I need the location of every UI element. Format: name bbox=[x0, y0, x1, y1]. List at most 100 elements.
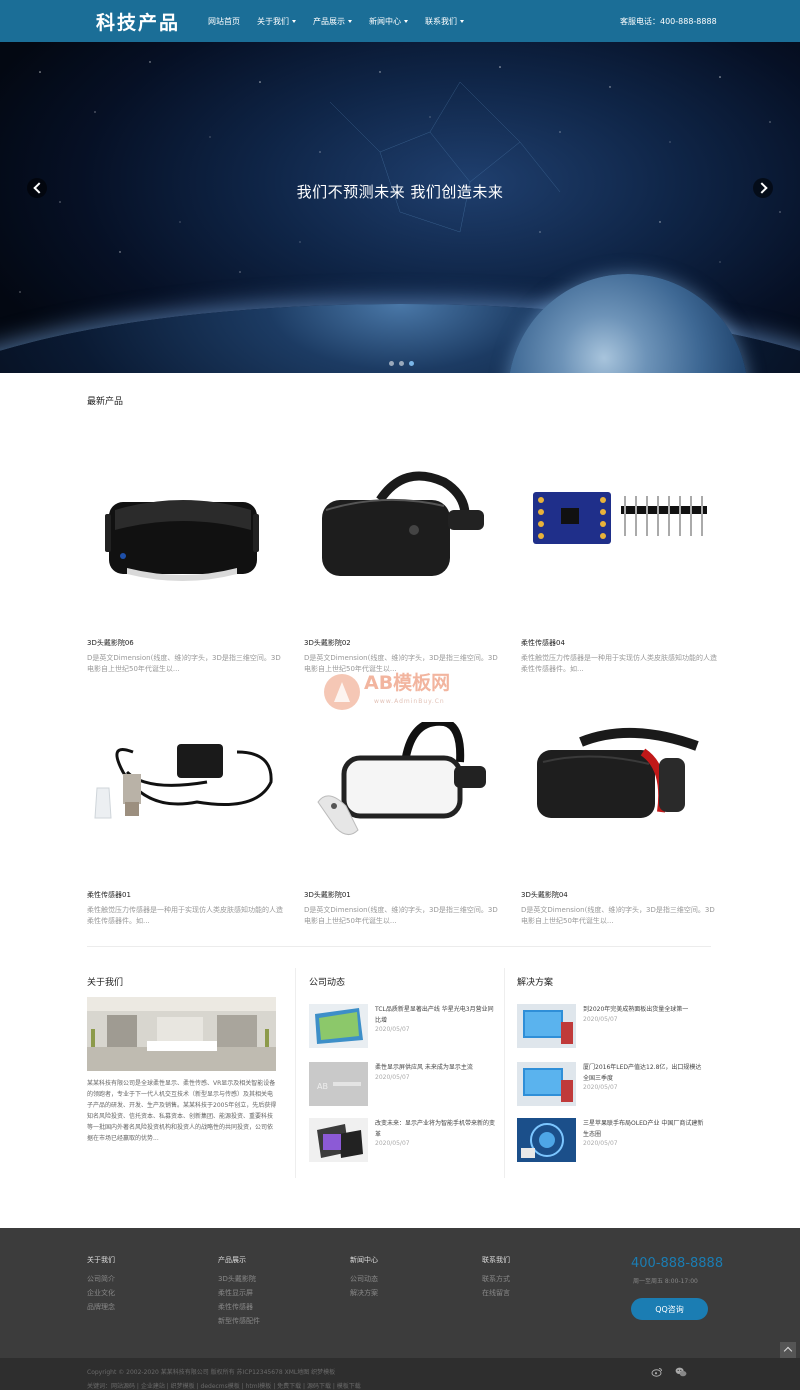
banner-title: 我们不预测未来 我们创造未来 bbox=[296, 183, 504, 201]
slide-dot-1[interactable] bbox=[389, 361, 394, 366]
footer-col-products: 产品展示 3D头戴影院 柔性显示屏 柔性传感器 新型传感配件 bbox=[218, 1255, 260, 1328]
product-name[interactable]: 柔性传感器01 bbox=[87, 890, 283, 900]
news-item[interactable]: 改变未来：显示产业将为智能手机带来新的变革 2020/05/07 bbox=[309, 1118, 499, 1162]
footer-col-title[interactable]: 关于我们 bbox=[87, 1255, 115, 1265]
solution-title[interactable]: 厦门2016年LED产值达12.8亿，出口规模达全国三季度 bbox=[583, 1062, 707, 1084]
solution-date: 2020/05/07 bbox=[583, 1084, 618, 1091]
product-image-red-vr[interactable] bbox=[521, 722, 717, 872]
solution-item[interactable]: 厦门2016年LED产值达12.8亿，出口规模达全国三季度 2020/05/07 bbox=[517, 1062, 707, 1106]
chevron-down-icon bbox=[404, 19, 408, 23]
news-thumbnail[interactable] bbox=[309, 1118, 368, 1162]
news-thumbnail[interactable]: AB bbox=[309, 1062, 368, 1106]
product-name[interactable]: 柔性传感器04 bbox=[521, 638, 717, 648]
solution-date: 2020/05/07 bbox=[583, 1140, 618, 1147]
news-item[interactable]: TCL品质新星显著出产线 华星光电3月营业同比增 2020/05/07 bbox=[309, 1004, 499, 1048]
nav-home[interactable]: 网站首页 bbox=[208, 16, 240, 27]
watermark-logo: AB模板网 www.AdminBuy.Cn bbox=[322, 668, 482, 718]
product-card[interactable]: 3D头戴影院02 D是英文Dimension(线度、维)的字头，3D是指三维空间… bbox=[304, 470, 500, 675]
product-image-vr-headset[interactable] bbox=[87, 470, 283, 620]
footer-link[interactable]: 在线留言 bbox=[482, 1286, 510, 1300]
solutions-title: 解决方案 bbox=[517, 978, 554, 988]
footer-col-title[interactable]: 产品展示 bbox=[218, 1255, 260, 1265]
watermark-text: AB模板网 bbox=[364, 672, 451, 694]
product-desc: 柔性触觉压力传感器是一种用于实现仿人类皮肤感知功能的人造柔性传感器件。如... bbox=[521, 654, 717, 673]
back-to-top-button[interactable] bbox=[780, 1342, 796, 1358]
footer-link[interactable]: 3D头戴影院 bbox=[218, 1272, 260, 1286]
slide-dot-3[interactable] bbox=[409, 361, 414, 366]
product-card[interactable]: 柔性传感器04 柔性触觉压力传感器是一种用于实现仿人类皮肤感知功能的人造柔性传感… bbox=[521, 470, 717, 675]
news-date: 2020/05/07 bbox=[375, 1074, 410, 1081]
product-card[interactable]: 柔性传感器01 柔性触觉压力传感器是一种用于实现仿人类皮肤感知功能的人造柔性传感… bbox=[87, 722, 283, 927]
solution-item[interactable]: 三星苹果联手布局OLED产业 中国厂商试建新生态圈 2020/05/07 bbox=[517, 1118, 707, 1162]
news-thumbnail[interactable] bbox=[309, 1004, 368, 1048]
footer-link[interactable]: 柔性显示屏 bbox=[218, 1286, 260, 1300]
news-date: 2020/05/07 bbox=[375, 1140, 410, 1147]
product-card[interactable]: 3D头戴影院01 D是英文Dimension(线度、维)的字头，3D是指三维空间… bbox=[304, 717, 500, 927]
solution-thumbnail[interactable] bbox=[517, 1118, 576, 1162]
footer-link[interactable]: 公司简介 bbox=[87, 1272, 115, 1286]
product-image-oxygen-sensor[interactable] bbox=[87, 722, 283, 872]
product-name[interactable]: 3D头戴影院06 bbox=[87, 638, 283, 648]
section-divider bbox=[87, 946, 711, 947]
news-item[interactable]: AB 柔性显示屏供应风 未来成为显示主流 2020/05/07 bbox=[309, 1062, 499, 1106]
nav-contact[interactable]: 联系我们 bbox=[425, 16, 464, 27]
wechat-icon[interactable] bbox=[675, 1366, 687, 1378]
chevron-down-icon bbox=[348, 19, 352, 23]
column-separator bbox=[504, 968, 505, 1178]
office-image[interactable] bbox=[87, 997, 276, 1071]
solution-thumbnail[interactable] bbox=[517, 1062, 576, 1106]
next-slide-button[interactable] bbox=[753, 178, 773, 198]
footer-col-title[interactable]: 新闻中心 bbox=[350, 1255, 378, 1265]
nav-news[interactable]: 新闻中心 bbox=[369, 16, 408, 27]
news-title[interactable]: TCL品质新星显著出产线 华星光电3月营业同比增 bbox=[375, 1004, 499, 1026]
news-title[interactable]: 柔性显示屏供应风 未来成为显示主流 bbox=[375, 1062, 499, 1073]
product-name[interactable]: 3D头戴影院01 bbox=[304, 890, 500, 900]
footer-link[interactable]: 公司动态 bbox=[350, 1272, 378, 1286]
footer-link[interactable]: 柔性传感器 bbox=[218, 1300, 260, 1314]
solution-title[interactable]: 到2020年完美成熟面板出货量全球第一 bbox=[583, 1004, 707, 1015]
about-text: 某某科技有限公司是全球柔性显示、柔性传感、VR显示及相关智能设备的领跑者，专业于… bbox=[87, 1080, 277, 1142]
nav-about-label: 关于我们 bbox=[257, 16, 289, 26]
solution-item[interactable]: 到2020年完美成熟面板出货量全球第一 2020/05/07 bbox=[517, 1004, 707, 1048]
solution-title[interactable]: 三星苹果联手布局OLED产业 中国厂商试建新生态圈 bbox=[583, 1118, 707, 1140]
footer-link[interactable]: 品牌理念 bbox=[87, 1300, 115, 1314]
footer-col-title[interactable]: 联系我们 bbox=[482, 1255, 510, 1265]
watermark-sub: www.AdminBuy.Cn bbox=[374, 698, 445, 705]
product-card[interactable]: 3D头戴影院06 D是英文Dimension(线度、维)的字头，3D是指三维空间… bbox=[87, 470, 283, 675]
footer-link[interactable]: 新型传感配件 bbox=[218, 1314, 260, 1328]
footer-hours: 周一至周五 8:00-17:00 bbox=[633, 1278, 698, 1285]
footer-phone: 400-888-8888 bbox=[631, 1256, 724, 1271]
footer-link[interactable]: 企业文化 bbox=[87, 1286, 115, 1300]
prev-slide-button[interactable] bbox=[27, 178, 47, 198]
product-desc: 柔性触觉压力传感器是一种用于实现仿人类皮肤感知功能的人造柔性传感器件。如... bbox=[87, 906, 283, 925]
product-name[interactable]: 3D头戴影院04 bbox=[521, 890, 717, 900]
news-title[interactable]: 改变未来：显示产业将为智能手机带来新的变革 bbox=[375, 1118, 499, 1140]
solution-date: 2020/05/07 bbox=[583, 1016, 618, 1023]
nav-news-label: 新闻中心 bbox=[369, 16, 401, 26]
product-card[interactable]: 3D头戴影院04 D是英文Dimension(线度、维)的字头，3D是指三维空间… bbox=[521, 722, 717, 927]
nav-home-label: 网站首页 bbox=[208, 16, 240, 26]
solution-thumbnail[interactable] bbox=[517, 1004, 576, 1048]
news-title: 公司动态 bbox=[309, 978, 346, 988]
column-separator bbox=[295, 968, 296, 1178]
qq-consult-button[interactable]: QQ咨询 bbox=[631, 1298, 708, 1320]
copyright-text: Copyright © 2002-2020 某某科技有限公司 版权所有 苏ICP… bbox=[87, 1369, 336, 1376]
nav-contact-label: 联系我们 bbox=[425, 16, 457, 26]
product-name[interactable]: 3D头戴影院02 bbox=[304, 638, 500, 648]
footer-col-about: 关于我们 公司简介 企业文化 品牌理念 bbox=[87, 1255, 115, 1314]
footer-col-contact: 联系我们 联系方式 在线留言 bbox=[482, 1255, 510, 1300]
product-image-sensor-board[interactable] bbox=[521, 470, 717, 620]
chevron-down-icon bbox=[292, 19, 296, 23]
weibo-icon[interactable] bbox=[651, 1366, 663, 1378]
product-desc: D是英文Dimension(线度、维)的字头，3D是指三维空间。3D电影自上世纪… bbox=[304, 906, 498, 925]
svg-text:AB: AB bbox=[317, 1082, 328, 1091]
product-image-vr-box[interactable] bbox=[304, 470, 500, 620]
slide-dot-2[interactable] bbox=[399, 361, 404, 366]
nav-about[interactable]: 关于我们 bbox=[257, 16, 296, 27]
site-logo[interactable]: 科技产品 bbox=[96, 8, 180, 35]
footer-link[interactable]: 联系方式 bbox=[482, 1272, 510, 1286]
footer-link[interactable]: 解决方案 bbox=[350, 1286, 378, 1300]
news-date: 2020/05/07 bbox=[375, 1026, 410, 1033]
product-image-white-vr[interactable] bbox=[304, 717, 500, 872]
nav-products[interactable]: 产品展示 bbox=[313, 16, 352, 27]
